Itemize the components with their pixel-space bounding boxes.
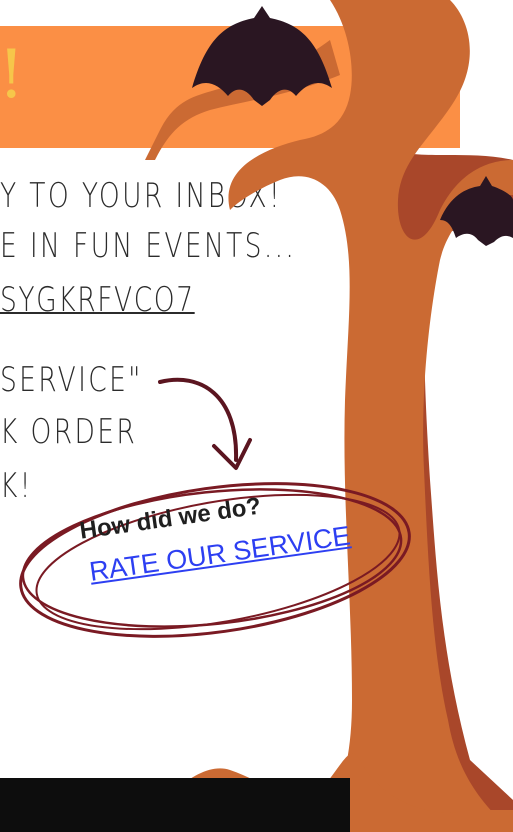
- arrow-doodle: [158, 377, 239, 462]
- footer-bar: [0, 778, 350, 832]
- halloween-illustration: [19, 0, 513, 832]
- arrow-head: [212, 438, 252, 470]
- tree-trunk: [228, 0, 513, 832]
